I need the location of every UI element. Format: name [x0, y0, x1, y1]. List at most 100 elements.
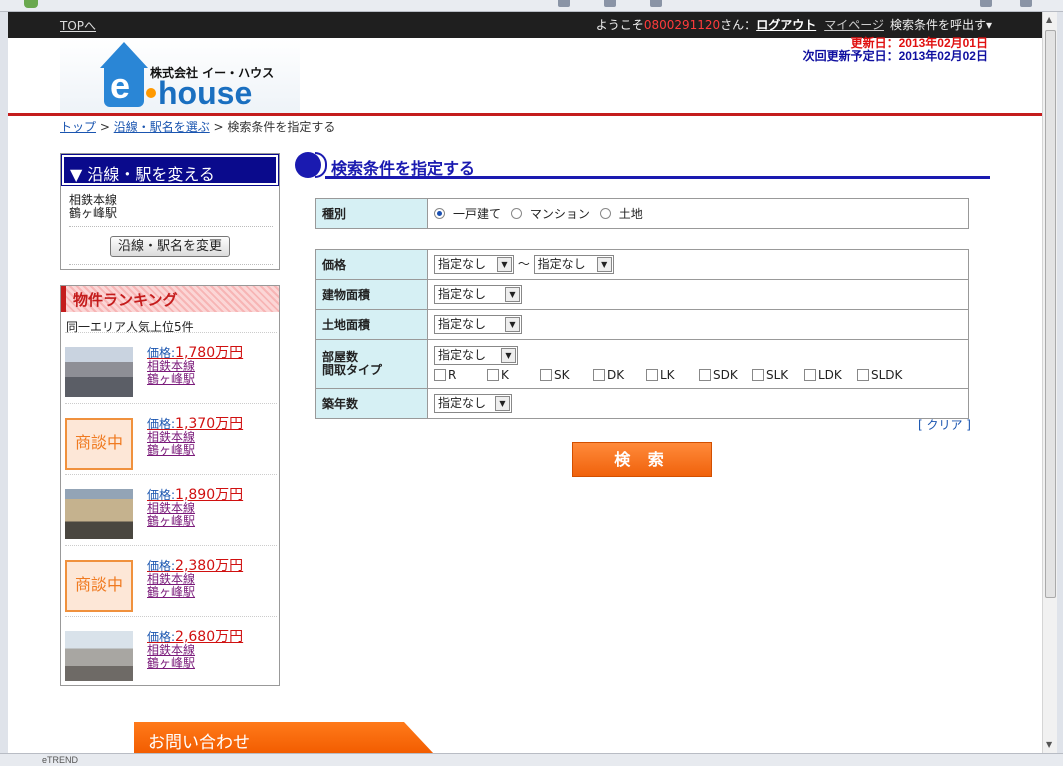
land-area-row: 土地面積 指定なし ▼: [315, 309, 969, 340]
land-area-cell: 指定なし ▼: [427, 309, 969, 340]
type-radio-house[interactable]: [434, 208, 445, 219]
property-photo[interactable]: [65, 631, 133, 681]
ranking-item[interactable]: 価格:2,680万円 相鉄本線 鶴ヶ峰駅: [65, 616, 277, 687]
chevron-down-icon: ▼: [501, 347, 516, 363]
call-conditions-menu[interactable]: 検索条件を呼出す▾: [890, 18, 992, 32]
selected-value: 指定なし: [438, 317, 487, 331]
land-area-select[interactable]: 指定なし ▼: [434, 315, 522, 334]
type-label: 種別: [315, 198, 428, 229]
conditions-table: 価格 指定なし ▼ ～ 指定なし ▼ 建物面積 指定なし ▼ 土地面積 指定なし ▼ 部…: [315, 249, 969, 419]
scrollbar-thumb[interactable]: [1045, 30, 1056, 598]
change-line-button[interactable]: 沿線・駅名を変更: [110, 236, 230, 257]
station-link[interactable]: 鶴ヶ峰駅: [147, 373, 243, 386]
scroll-up-icon[interactable]: ▲: [1046, 15, 1052, 24]
toolbar-icon[interactable]: [650, 0, 662, 7]
ranking-item[interactable]: 価格:1,780万円 相鉄本線 鶴ヶ峰駅: [65, 332, 277, 403]
page-viewport: TOPへ ようこそ0800291120さん：ログアウト マイページ 検索条件を呼出す…: [8, 12, 1042, 753]
breadcrumb-top[interactable]: トップ: [60, 120, 96, 134]
selected-value: 指定なし: [438, 287, 487, 301]
layout-option-label: R: [448, 368, 457, 383]
layout-checkbox-lk[interactable]: [646, 369, 658, 382]
ranking-info: 価格:1,370万円 相鉄本線 鶴ヶ峰駅: [147, 417, 243, 457]
price-row: 価格 指定なし ▼ ～ 指定なし ▼: [315, 249, 969, 280]
layout-option-label: LDK: [818, 368, 842, 383]
selected-value: 指定なし: [537, 257, 586, 271]
top-link[interactable]: TOPへ: [60, 17, 96, 34]
age-select[interactable]: 指定なし ▼: [434, 394, 512, 413]
price-label: 価格:: [147, 630, 176, 644]
ranking-item[interactable]: 商談中 価格:2,380万円 相鉄本線 鶴ヶ峰駅: [65, 545, 277, 616]
ranking-title: 物件ランキング: [61, 286, 279, 312]
type-radio-land[interactable]: [599, 208, 611, 219]
price-min-select[interactable]: 指定なし ▼: [434, 255, 514, 274]
age-label: 築年数: [315, 388, 428, 419]
clear-link[interactable]: [ クリア ]: [918, 416, 971, 433]
window-edge: [1057, 12, 1063, 753]
user-menu: ようこそ0800291120さん：ログアウト マイページ 検索条件を呼出す▾: [596, 16, 992, 33]
layout-option-label: SLK: [766, 368, 789, 383]
ranking-box: 物件ランキング 同一エリア人気上位5件 価格:1,780万円 相鉄本線 鶴ヶ峰駅…: [60, 285, 280, 686]
range-separator: ～: [517, 257, 530, 271]
layout-checkbox-sdk[interactable]: [699, 369, 711, 382]
rooms-select[interactable]: 指定なし ▼: [434, 345, 518, 365]
layout-option-label: SK: [554, 368, 570, 383]
building-area-select[interactable]: 指定なし ▼: [434, 285, 522, 304]
layout-option-label: DK: [607, 368, 625, 383]
contact-banner[interactable]: お問い合わせ: [134, 722, 434, 753]
type-row: 種別 一戸建て マンション 土地: [315, 198, 969, 229]
chevron-down-icon: ▼: [495, 396, 510, 411]
price-selects: 指定なし ▼ ～ 指定なし ▼: [427, 249, 969, 280]
logout-link[interactable]: ログアウト: [756, 18, 816, 32]
site-logo[interactable]: e 株式会社 イー・ハウス house: [60, 38, 300, 113]
breadcrumb-separator: >: [209, 120, 228, 134]
price-label: 価格:: [147, 346, 176, 360]
mypage-link[interactable]: マイページ: [824, 18, 884, 32]
ranking-info: 価格:2,380万円 相鉄本線 鶴ヶ峰駅: [147, 559, 243, 599]
type-option-label: 土地: [618, 207, 643, 221]
breadcrumb-current: 検索条件を指定する: [227, 120, 336, 134]
logo-house-word: house: [158, 75, 253, 111]
layout-option-label: SDK: [713, 368, 738, 383]
building-area-row: 建物面積 指定なし ▼: [315, 279, 969, 310]
type-option-label: マンション: [529, 207, 590, 221]
layout-checkbox-sk[interactable]: [540, 369, 552, 382]
layout-checkbox-ldk[interactable]: [804, 369, 816, 382]
negotiating-badge[interactable]: 商談中: [65, 418, 133, 470]
toolbar-icon[interactable]: [1020, 0, 1032, 7]
chevron-down-icon: ▼: [505, 287, 520, 302]
layout-label-text: 間取タイプ: [322, 363, 383, 377]
scroll-down-icon[interactable]: ▼: [1046, 740, 1052, 749]
type-options: 一戸建て マンション 土地: [427, 198, 969, 229]
logo-e: e: [110, 65, 131, 106]
toolbar-icon[interactable]: [604, 0, 616, 7]
type-table: 種別 一戸建て マンション 土地: [315, 198, 969, 229]
station-link[interactable]: 鶴ヶ峰駅: [147, 444, 243, 457]
property-photo[interactable]: [65, 489, 133, 539]
search-button[interactable]: 検 索: [572, 442, 712, 477]
breadcrumb-line-select[interactable]: 沿線・駅名を選ぶ: [114, 120, 210, 134]
station-link[interactable]: 鶴ヶ峰駅: [147, 586, 243, 599]
ranking-item[interactable]: 価格:1,890万円 相鉄本線 鶴ヶ峰駅: [65, 474, 277, 545]
toolbar-icon[interactable]: [980, 0, 992, 7]
layout-checkbox-k[interactable]: [487, 369, 499, 382]
price-label: 価格:: [147, 559, 176, 573]
property-photo[interactable]: [65, 347, 133, 397]
title-bullet-icon: [315, 152, 327, 178]
type-radio-mansion[interactable]: [510, 208, 522, 219]
layout-checkbox-r[interactable]: [434, 369, 446, 382]
selected-value: 指定なし: [438, 347, 487, 362]
vertical-scrollbar[interactable]: ▲ ▼: [1042, 12, 1057, 753]
age-cell: 指定なし ▼: [427, 388, 969, 419]
layout-checkbox-sldk[interactable]: [857, 369, 869, 382]
toolbar-icon[interactable]: [558, 0, 570, 7]
layout-checkbox-dk[interactable]: [593, 369, 605, 382]
layout-checkbox-slk[interactable]: [752, 369, 764, 382]
status-bar: eTREND: [0, 753, 1063, 766]
rooms-label: 部屋数 間取タイプ: [315, 339, 428, 389]
negotiating-badge[interactable]: 商談中: [65, 560, 133, 612]
ranking-item[interactable]: 商談中 価格:1,370万円 相鉄本線 鶴ヶ峰駅: [65, 403, 277, 474]
layout-option-label: K: [501, 368, 509, 383]
price-max-select[interactable]: 指定なし ▼: [533, 255, 614, 274]
station-link[interactable]: 鶴ヶ峰駅: [147, 657, 243, 670]
station-link[interactable]: 鶴ヶ峰駅: [147, 515, 243, 528]
